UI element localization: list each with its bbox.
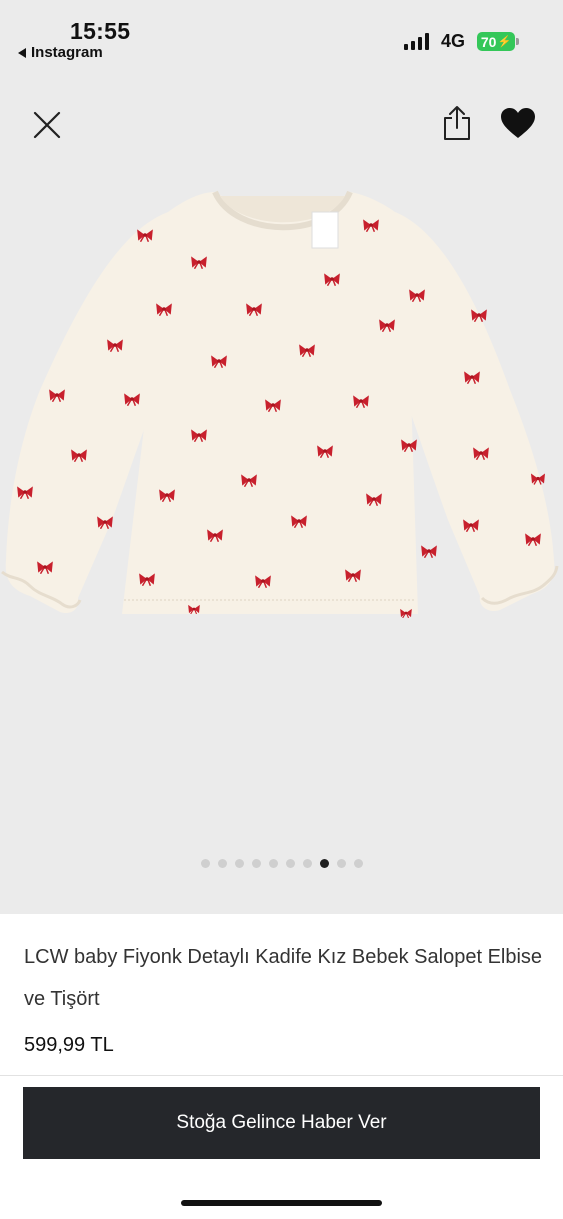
- notify-when-in-stock-button[interactable]: Stoğa Gelince Haber Ver: [23, 1087, 540, 1159]
- divider: [0, 1075, 563, 1076]
- product-price: 599,99 TL: [24, 1034, 114, 1056]
- signal-icon: [404, 33, 429, 50]
- heart-icon: [501, 108, 535, 138]
- back-to-app-link[interactable]: Instagram: [18, 44, 103, 61]
- home-indicator[interactable]: [181, 1200, 382, 1206]
- share-button[interactable]: [438, 103, 476, 143]
- carousel-dots[interactable]: [0, 859, 563, 868]
- carousel-dot[interactable]: [353, 859, 363, 868]
- close-button[interactable]: [28, 106, 66, 144]
- network-type: 4G: [441, 31, 466, 51]
- favorite-button[interactable]: [498, 104, 538, 142]
- carousel-dot[interactable]: [234, 859, 244, 868]
- carousel-dot[interactable]: [319, 859, 329, 868]
- back-app-label: Instagram: [31, 44, 103, 61]
- carousel-dot[interactable]: [217, 859, 227, 868]
- carousel-dot[interactable]: [200, 859, 210, 868]
- battery-level: 70: [480, 33, 497, 50]
- product-media: 15:55 Instagram 4G 70 ⚡: [0, 0, 563, 914]
- close-icon: [33, 111, 61, 139]
- carousel-dot[interactable]: [302, 859, 312, 868]
- product-title: LCW baby Fiyonk Detaylı Kadife Kız Bebek…: [24, 946, 543, 1010]
- battery-cap: [516, 38, 519, 45]
- share-icon: [444, 106, 470, 140]
- status-time: 15:55: [70, 18, 131, 44]
- product-image: [1, 190, 559, 618]
- carousel-dot[interactable]: [336, 859, 346, 868]
- carousel-dot[interactable]: [285, 859, 295, 868]
- battery-icon: 70 ⚡: [477, 32, 515, 51]
- carousel-dot[interactable]: [268, 859, 278, 868]
- carousel-dot[interactable]: [251, 859, 261, 868]
- back-triangle-icon: [18, 47, 26, 58]
